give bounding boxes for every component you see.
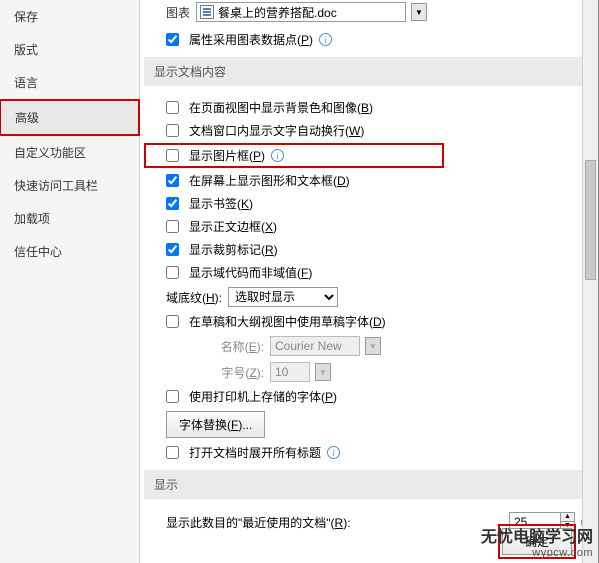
label-chart-datapoint-attr: 属性采用图表数据点(P) xyxy=(189,31,313,48)
checkbox-chart-datapoint-attr[interactable] xyxy=(166,33,179,46)
chart-target-select[interactable]: 餐桌上的营养搭配.doc xyxy=(196,2,406,22)
select-font-size: 10 xyxy=(270,362,310,382)
label-draft-font: 在草稿和大纲视图中使用草稿字体(D) xyxy=(189,313,386,330)
section-display: 显示 xyxy=(144,470,594,499)
info-icon: i xyxy=(319,33,332,46)
checkbox-show-bookmarks[interactable] xyxy=(166,197,179,210)
label-expand-headings: 打开文档时展开所有标题 xyxy=(189,444,321,461)
content-pane: 图表 餐桌上的营养搭配.doc ▼ 属性采用图表数据点(P) i 显示文档内容 … xyxy=(140,0,598,563)
button-font-substitution[interactable]: 字体替换(F)... xyxy=(166,411,265,438)
section-show-doc-content: 显示文档内容 xyxy=(144,57,594,86)
sidebar-item-layout[interactable]: 版式 xyxy=(0,33,139,66)
checkbox-show-text-border[interactable] xyxy=(166,220,179,233)
label-field-shading: 域底纹(H): xyxy=(166,289,222,306)
checkbox-printer-fonts[interactable] xyxy=(166,390,179,403)
checkbox-show-picture-frame[interactable] xyxy=(166,149,179,162)
label-show-crop-marks: 显示裁剪标记(R) xyxy=(189,241,278,258)
select-font-name: Courier New xyxy=(270,336,360,356)
scrollbar-vertical[interactable] xyxy=(582,0,598,563)
checkbox-show-bg[interactable] xyxy=(166,101,179,114)
info-icon: i xyxy=(271,149,284,162)
sidebar: 保存 版式 语言 高级 自定义功能区 快速访问工具栏 加载项 信任中心 xyxy=(0,0,140,563)
checkbox-show-crop-marks[interactable] xyxy=(166,243,179,256)
sidebar-item-save[interactable]: 保存 xyxy=(0,0,139,33)
info-icon: i xyxy=(327,446,340,459)
label-show-drawings: 在屏幕上显示图形和文本框(D) xyxy=(189,172,350,189)
font-name-dropdown: ▼ xyxy=(365,337,381,355)
label-printer-fonts: 使用打印机上存储的字体(P) xyxy=(189,388,337,405)
sidebar-item-qat[interactable]: 快速访问工具栏 xyxy=(0,169,139,202)
checkbox-show-field-codes[interactable] xyxy=(166,266,179,279)
sidebar-item-trust-center[interactable]: 信任中心 xyxy=(0,235,139,268)
font-size-dropdown: ▼ xyxy=(315,363,331,381)
checkbox-draft-font[interactable] xyxy=(166,315,179,328)
select-field-shading[interactable]: 选取时显示 xyxy=(228,287,338,307)
label-font-name: 名称(E): xyxy=(204,338,264,355)
chart-label: 图表 xyxy=(166,4,190,21)
label-show-picture-frame: 显示图片框(P) xyxy=(189,147,265,164)
label-wrap-in-window: 文档窗口内显示文字自动换行(W) xyxy=(189,122,364,139)
checkbox-expand-headings[interactable] xyxy=(166,446,179,459)
scrollbar-thumb[interactable] xyxy=(585,160,596,280)
label-recent-docs: 显示此数目的"最近使用的文档"(R): xyxy=(166,514,351,531)
label-show-bg: 在页面视图中显示背景色和图像(B) xyxy=(189,99,373,116)
chart-target-dropdown[interactable]: ▼ xyxy=(411,3,427,21)
sidebar-item-advanced[interactable]: 高级 xyxy=(1,101,138,134)
label-show-field-codes: 显示域代码而非域值(F) xyxy=(189,264,312,281)
spinner-up[interactable]: ▲ xyxy=(560,513,574,522)
sidebar-item-addins[interactable]: 加载项 xyxy=(0,202,139,235)
sidebar-item-customize-ribbon[interactable]: 自定义功能区 xyxy=(0,136,139,169)
checkbox-show-drawings[interactable] xyxy=(166,174,179,187)
sidebar-item-language[interactable]: 语言 xyxy=(0,66,139,99)
label-show-text-border: 显示正文边框(X) xyxy=(189,218,277,235)
label-show-bookmarks: 显示书签(K) xyxy=(189,195,253,212)
document-icon xyxy=(200,5,214,19)
button-ok[interactable]: 确定 xyxy=(502,528,572,555)
label-font-size: 字号(Z): xyxy=(204,364,264,381)
checkbox-wrap-in-window[interactable] xyxy=(166,124,179,137)
